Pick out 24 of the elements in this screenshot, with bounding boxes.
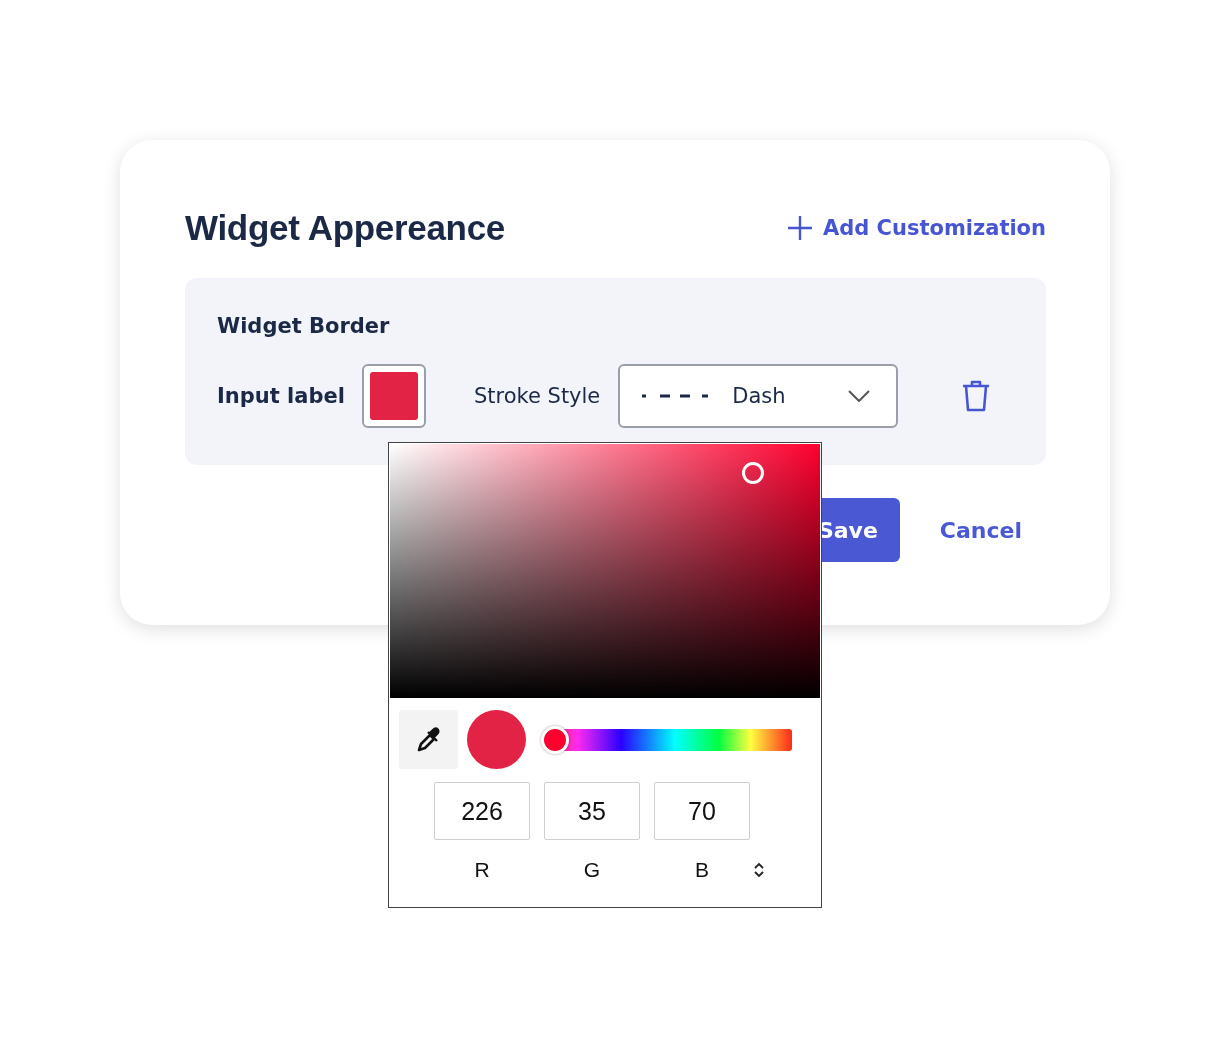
channel-label: G bbox=[582, 858, 602, 882]
input-label: Input label bbox=[217, 384, 345, 408]
channel-input[interactable]: 35 bbox=[544, 782, 640, 840]
section-title: Widget Border bbox=[217, 314, 391, 338]
color-marker[interactable] bbox=[742, 461, 765, 484]
stroke-style-label: Stroke Style bbox=[473, 384, 601, 408]
channel-input[interactable]: 70 bbox=[654, 782, 750, 840]
eyedropper-button[interactable] bbox=[399, 710, 458, 769]
color-swatch[interactable] bbox=[361, 364, 426, 428]
chevron-down-icon bbox=[848, 390, 871, 402]
dash-line-icon bbox=[642, 394, 709, 398]
up-down-chevron-icon bbox=[754, 862, 764, 878]
delete-button[interactable] bbox=[962, 380, 991, 412]
channel-input[interactable]: 226 bbox=[434, 782, 530, 840]
card-title: Widget Appereance bbox=[185, 208, 506, 248]
trash-icon bbox=[962, 380, 991, 412]
saturation-value-area[interactable] bbox=[390, 444, 820, 698]
plus-icon bbox=[786, 215, 813, 241]
channel-label: R bbox=[473, 858, 491, 882]
mode-toggle[interactable] bbox=[754, 862, 764, 878]
cancel-button[interactable]: Cancel bbox=[939, 517, 1022, 543]
stroke-style-select[interactable]: Dash bbox=[618, 364, 899, 428]
channel-label: B bbox=[694, 858, 710, 882]
add-customization-button[interactable]: Add Customization bbox=[786, 215, 1046, 241]
